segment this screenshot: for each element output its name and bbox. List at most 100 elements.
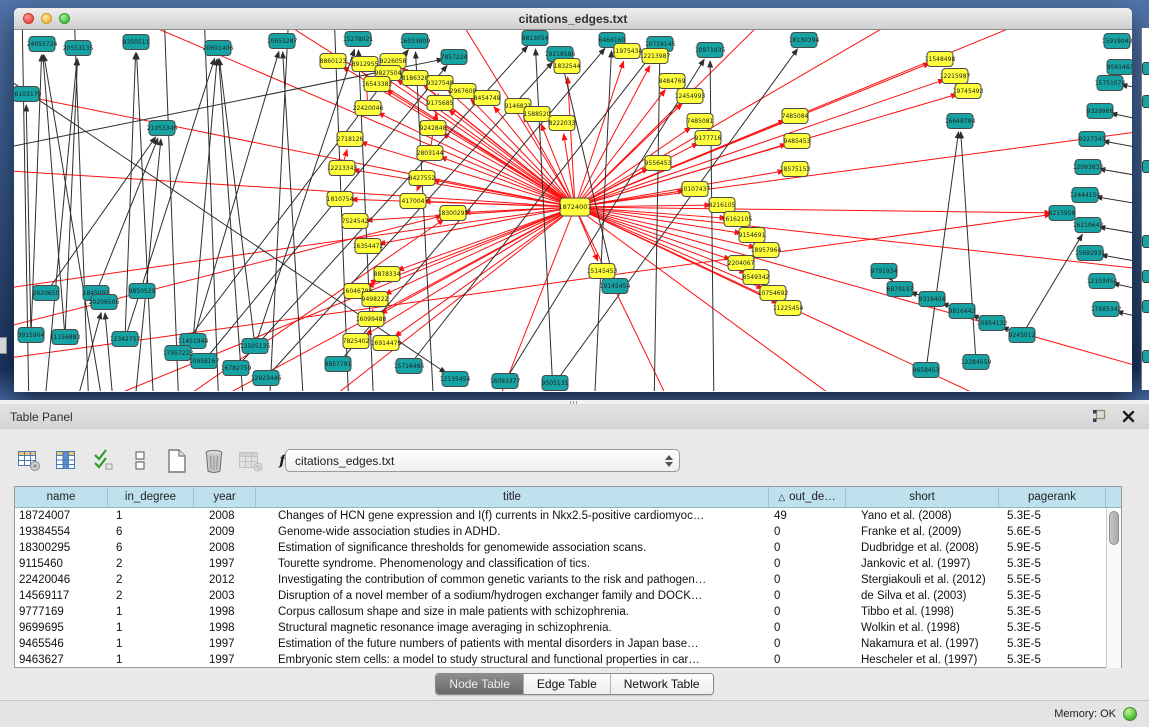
graph-node[interactable]: 9791934 — [871, 264, 898, 279]
citation-edge[interactable] — [1101, 255, 1132, 264]
citation-edge[interactable] — [594, 51, 611, 391]
select-rows-button[interactable] — [90, 447, 116, 475]
citation-edge[interactable] — [575, 207, 1132, 370]
close-panel-button[interactable] — [1120, 408, 1137, 425]
graph-node[interactable]: 2967608 — [450, 84, 477, 99]
vertical-scrollbar[interactable] — [1106, 508, 1121, 668]
table-row[interactable]: 1830029562008Estimation of significance … — [15, 540, 1121, 556]
table-row[interactable]: 911546021997Tourette syndrome. Phenomeno… — [15, 556, 1121, 572]
graph-node[interactable]: 20691406 — [203, 41, 234, 56]
column-header-short[interactable]: short — [846, 487, 999, 507]
graph-node[interactable]: 9175685 — [427, 96, 454, 111]
column-header-pagerank[interactable]: pagerank — [999, 487, 1106, 507]
column-header-out_degree[interactable]: △out_de… — [769, 487, 846, 507]
table-source-select[interactable]: citations_edges.txt — [285, 449, 680, 472]
graph-node[interactable]: 1810754 — [327, 192, 354, 207]
graph-node[interactable]: 8427552 — [409, 171, 436, 186]
graph-node[interactable]: 11548498 — [925, 52, 956, 67]
minimize-window-button[interactable] — [41, 13, 52, 24]
graph-node[interactable]: 8216105 — [709, 198, 736, 213]
table-row[interactable]: 946554611997Estimation of the future num… — [15, 636, 1121, 652]
citation-edge[interactable] — [575, 207, 854, 391]
table-row[interactable]: 1456911722003Disruption of a novel membe… — [15, 588, 1121, 604]
citation-edge[interactable] — [568, 77, 575, 207]
graph-node[interactable]: 10954132 — [977, 316, 1008, 331]
citation-edge[interactable] — [105, 313, 114, 391]
graph-node[interactable]: 9329966 — [1087, 104, 1114, 119]
graph-node[interactable]: 8878334 — [374, 267, 401, 282]
graph-node[interactable]: 15716485 — [394, 359, 425, 374]
table-row[interactable]: 969969511998Structural magnetic resonanc… — [15, 620, 1121, 636]
show-columns-button[interactable] — [53, 447, 79, 475]
citation-edge[interactable] — [1099, 169, 1132, 178]
graph-node[interactable]: 16093377 — [490, 374, 521, 389]
scrollbar-thumb[interactable] — [1109, 511, 1119, 545]
graph-node[interactable]: 10754692 — [758, 286, 789, 301]
graph-node[interactable]: 9857791 — [325, 357, 352, 372]
graph-node[interactable]: 11225454 — [773, 301, 804, 316]
graph-node[interactable]: 12342757 — [110, 332, 141, 347]
graph-node[interactable]: 16648784 — [945, 114, 976, 129]
graph-node[interactable]: 12215987 — [940, 69, 971, 84]
graph-node[interactable]: 2803144 — [417, 146, 444, 161]
network-canvas[interactable]: 2405572420553135835051120691406106532871… — [14, 30, 1132, 391]
graph-node[interactable]: 16914479 — [371, 336, 402, 351]
graph-node[interactable]: 16543382 — [362, 77, 393, 92]
graph-node[interactable]: 8215958 — [1049, 206, 1076, 221]
graph-node[interactable]: 12454993 — [675, 89, 706, 104]
graph-node[interactable]: 16033809 — [400, 34, 431, 49]
graph-node[interactable]: 12923446 — [251, 371, 282, 386]
graph-node[interactable]: 18957964 — [751, 243, 782, 258]
graph-node[interactable]: 8813054 — [522, 31, 549, 46]
graph-node[interactable]: 8186328 — [402, 71, 429, 86]
graph-node[interactable]: 9556453 — [645, 156, 672, 171]
graph-node[interactable]: 9850529 — [129, 284, 156, 299]
graph-node[interactable]: 24055724 — [27, 37, 58, 52]
graph-node[interactable]: 15278021 — [343, 32, 374, 47]
graph-node[interactable]: 9242848 — [420, 121, 447, 136]
citation-edge[interactable] — [654, 55, 660, 391]
tab-edge-table[interactable]: Edge Table — [524, 674, 611, 694]
graph-node[interactable]: 12213343 — [327, 161, 358, 176]
graph-node[interactable]: 8454749 — [474, 91, 501, 106]
graph-node[interactable]: 9505131 — [542, 376, 569, 391]
close-window-button[interactable] — [23, 13, 34, 24]
graph-node[interactable]: 7524542 — [342, 214, 369, 229]
citation-network-graph[interactable]: 2405572420553135835051120691406106532871… — [14, 30, 1132, 391]
citation-edge[interactable] — [1022, 234, 1082, 335]
citation-edge[interactable] — [204, 65, 447, 361]
graph-node[interactable]: 19745493 — [953, 84, 984, 99]
citation-edge[interactable] — [575, 207, 1014, 391]
citation-edge[interactable] — [575, 90, 665, 207]
graph-node[interactable]: 12284559 — [961, 355, 992, 370]
graph-node[interactable]: 15145453 — [587, 264, 618, 279]
graph-node[interactable]: 417004 — [400, 194, 426, 209]
citation-edge[interactable] — [575, 207, 674, 391]
graph-node[interactable]: 9816442 — [949, 304, 976, 319]
citation-edge[interactable] — [1103, 141, 1132, 150]
graph-node[interactable]: 2620650 — [33, 286, 60, 301]
graph-node[interactable]: 20206506 — [89, 295, 120, 310]
graph-node[interactable]: 9658453 — [913, 363, 940, 378]
graph-node[interactable]: 9485453 — [784, 134, 811, 149]
float-panel-button[interactable] — [1091, 408, 1108, 425]
column-header-name[interactable]: name — [15, 487, 108, 507]
table-row[interactable]: 1872400712008Changes of HCN gene express… — [15, 508, 1121, 524]
graph-node[interactable]: 7825402 — [343, 334, 370, 349]
citation-edge[interactable] — [575, 80, 945, 207]
citation-edge[interactable] — [395, 207, 575, 337]
citation-edge[interactable] — [1096, 197, 1132, 206]
graph-node[interactable]: 15919043 — [1102, 34, 1132, 49]
graph-node[interactable]: 2204067 — [728, 256, 755, 271]
graph-node[interactable]: 12135454 — [440, 372, 471, 387]
citation-edge[interactable] — [219, 59, 255, 346]
table-row[interactable]: 1938455462009Genome-wide association stu… — [15, 524, 1121, 540]
citation-edge[interactable] — [65, 59, 78, 337]
graph-node[interactable]: 16210643 — [1073, 218, 1104, 233]
citation-edge[interactable] — [134, 139, 161, 391]
graph-node[interactable]: 11975434 — [612, 44, 643, 59]
create-table-button[interactable] — [164, 447, 190, 475]
graph-node[interactable]: 22420046 — [353, 101, 384, 116]
column-header-in_degree[interactable]: in_degree — [108, 487, 194, 507]
citation-edge[interactable] — [1111, 113, 1132, 122]
